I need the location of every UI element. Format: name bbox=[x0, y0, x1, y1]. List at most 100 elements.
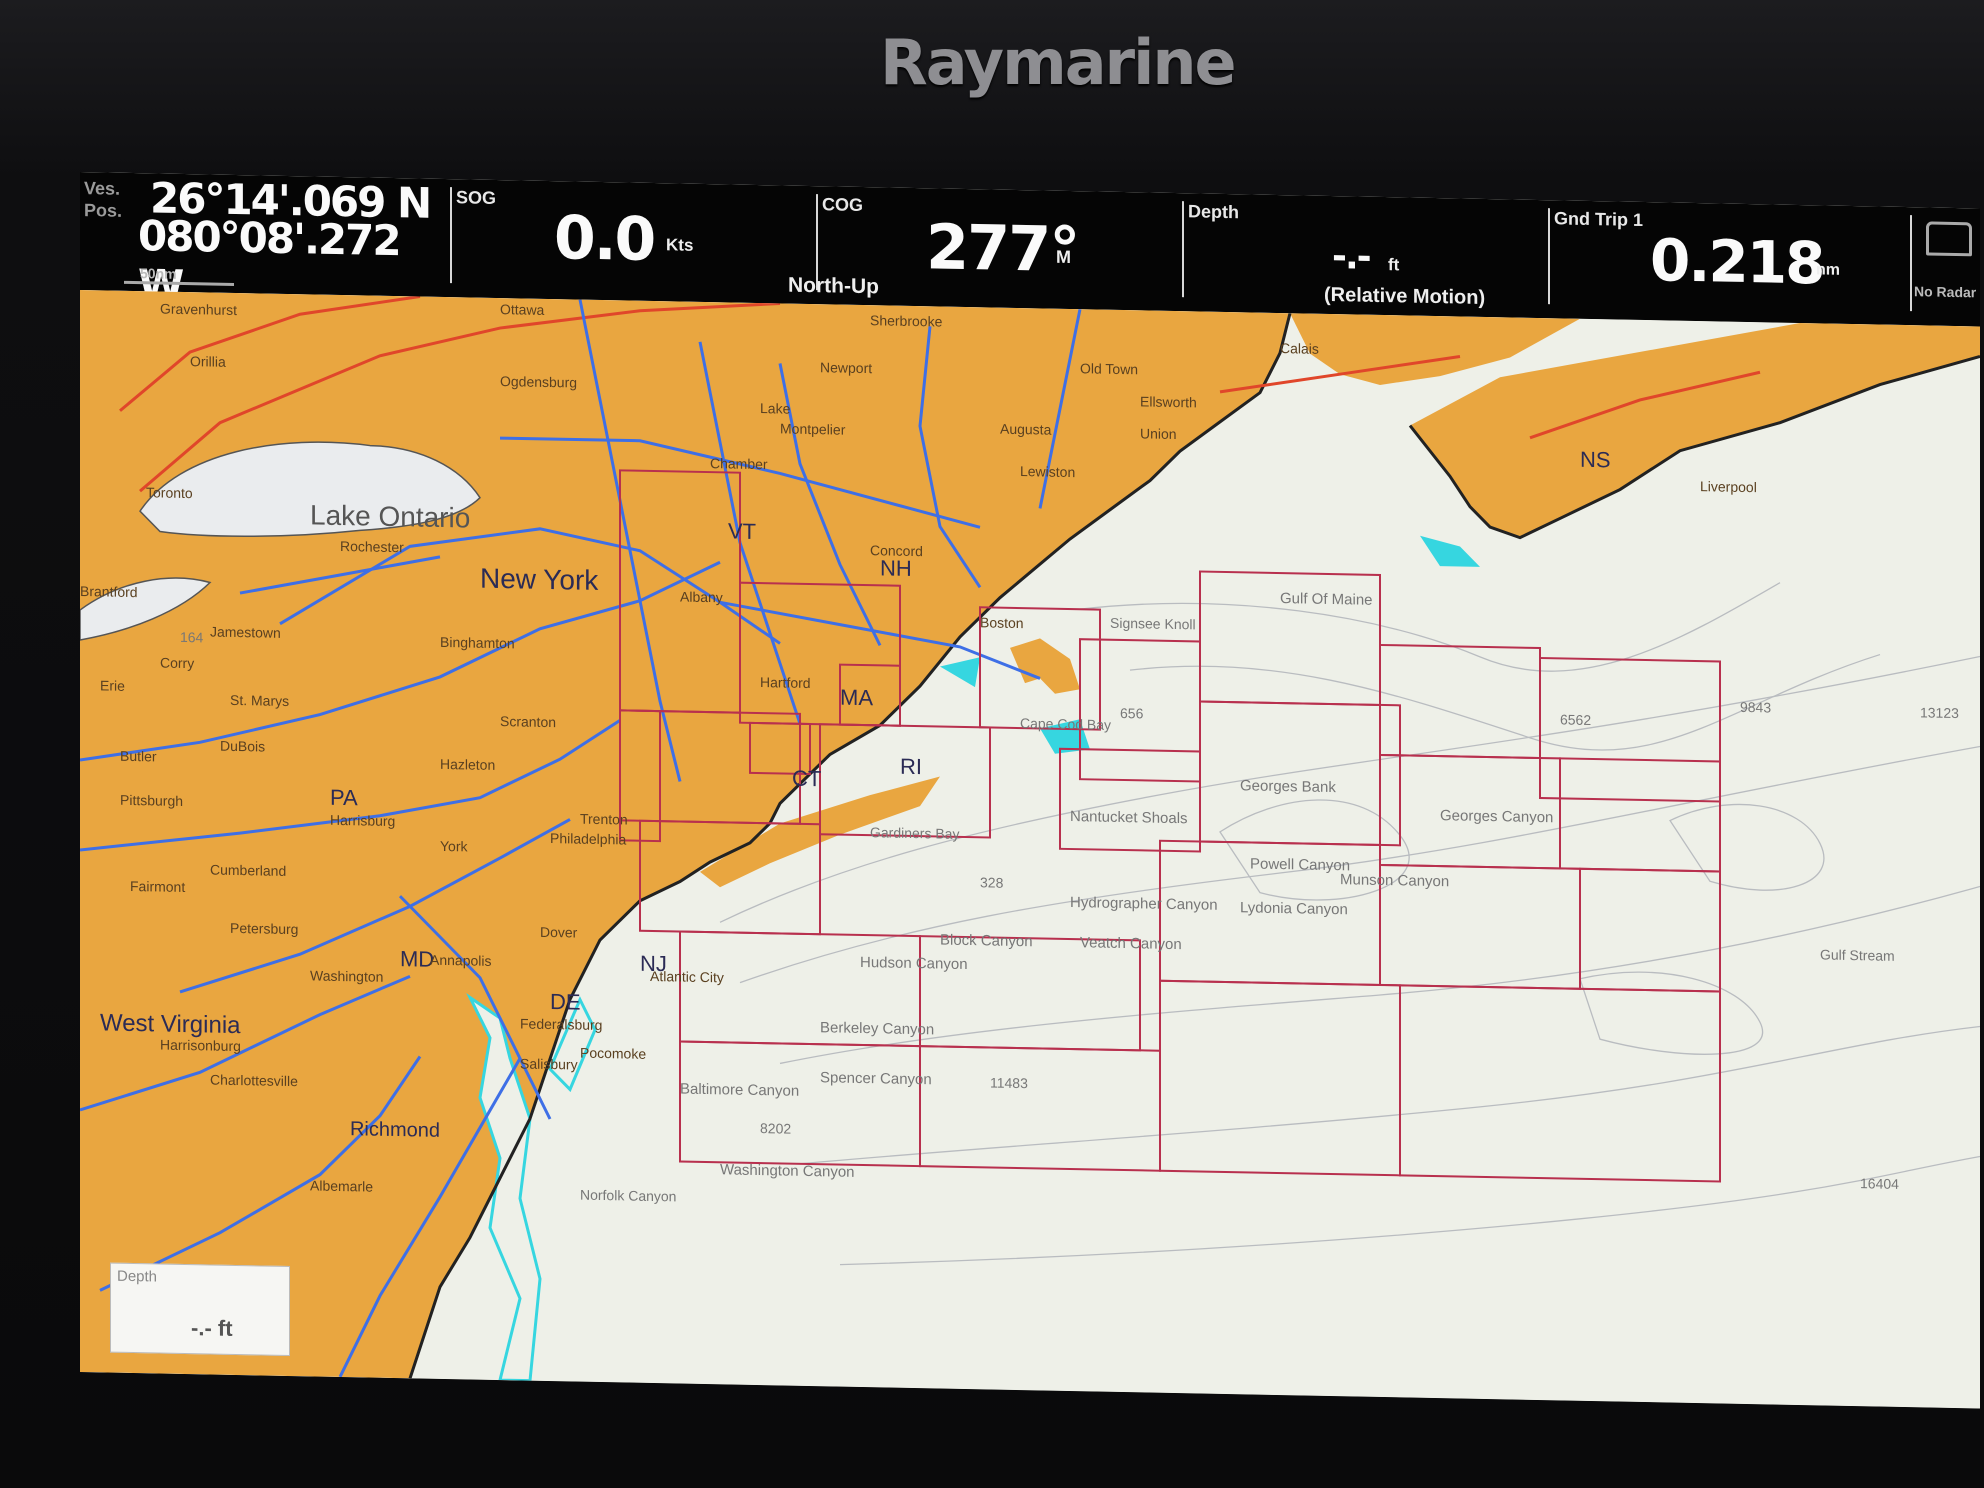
label-city: Brantford bbox=[80, 583, 138, 600]
label-city: Orillia bbox=[190, 353, 226, 370]
label-pa: PA bbox=[330, 785, 358, 811]
trip-cell[interactable]: Gnd Trip 1 0.218 nm bbox=[1550, 200, 1910, 325]
label-city: Concord bbox=[870, 542, 923, 559]
label-city: Gravenhurst bbox=[160, 301, 237, 318]
orientation-mode[interactable]: North-Up bbox=[788, 274, 879, 300]
label-city: DuBois bbox=[220, 738, 265, 755]
radar-cell[interactable]: No Radar bbox=[1912, 207, 1980, 326]
depth-label: 6562 bbox=[1560, 711, 1591, 728]
label-city: Corry bbox=[160, 655, 194, 672]
depth-label: 11483 bbox=[990, 1074, 1028, 1091]
label-hudson-canyon: Hudson Canyon bbox=[860, 954, 968, 973]
label-georges-canyon: Georges Canyon bbox=[1440, 807, 1553, 826]
label-city: Boston bbox=[980, 614, 1024, 631]
label-city: Toronto bbox=[146, 484, 193, 501]
label-new-york: New York bbox=[480, 563, 599, 596]
cog-unit: M bbox=[1056, 246, 1071, 268]
trip-value: 0.218 bbox=[1650, 226, 1824, 298]
label-city: Old Town bbox=[1080, 360, 1138, 377]
radar-icon bbox=[1926, 221, 1972, 257]
label-city: Lewiston bbox=[1020, 463, 1075, 480]
sog-cell[interactable]: SOG 0.0 Kts bbox=[452, 179, 816, 304]
label-city: St. Marys bbox=[230, 692, 289, 709]
label-knoll: Signsee Knoll bbox=[1110, 615, 1196, 633]
label-city: Sherbrooke bbox=[870, 312, 943, 329]
label-city: Annapolis bbox=[430, 952, 491, 969]
label-city: Albany bbox=[680, 589, 723, 606]
label-city: Atlantic City bbox=[650, 968, 724, 985]
label-city: Pocomoke bbox=[580, 1045, 646, 1062]
label-block-canyon: Block Canyon bbox=[940, 932, 1033, 951]
label-city: York bbox=[440, 838, 468, 855]
label-city: Binghamton bbox=[440, 634, 515, 651]
label-city: Butler bbox=[120, 748, 157, 765]
depth-cell[interactable]: Depth -.- ft (Relative Motion) bbox=[1184, 193, 1548, 318]
depth-label: 13123 bbox=[1920, 704, 1959, 721]
label-gulf-of-maine: Gulf Of Maine bbox=[1280, 590, 1373, 609]
label-city: Union bbox=[1140, 425, 1177, 442]
label-city: Hazleton bbox=[440, 756, 495, 773]
cog-cell[interactable]: COG 277° M North-Up bbox=[788, 186, 1182, 311]
label-city: Cumberland bbox=[210, 861, 286, 878]
label-baltimore-canyon: Baltimore Canyon bbox=[680, 1081, 799, 1100]
sog-label: SOG bbox=[456, 187, 497, 208]
depth-label: 656 bbox=[1120, 705, 1144, 721]
label-lydonia-canyon: Lydonia Canyon bbox=[1240, 899, 1348, 918]
position-cell[interactable]: Ves. Pos. 26°14'.069 N 080°08'.272 W 50n… bbox=[80, 172, 450, 310]
motion-mode[interactable]: (Relative Motion) bbox=[1324, 284, 1485, 310]
chart-svg[interactable]: Lake Ontario New York VT NH MA CT RI PA … bbox=[80, 290, 1980, 1409]
scale-label: 50nm bbox=[140, 265, 177, 282]
depth-overlay-box[interactable]: Depth -.- ft bbox=[110, 1262, 290, 1357]
label-city: Rochester bbox=[340, 538, 404, 555]
label-city: Albemarle bbox=[310, 1177, 373, 1194]
label-cape-cod-bay: Cape Cod Bay bbox=[1020, 715, 1111, 733]
label-powell-canyon: Powell Canyon bbox=[1250, 855, 1350, 874]
label-city: Harrisburg bbox=[330, 812, 395, 829]
label-ri: RI bbox=[900, 754, 922, 779]
sog-value: 0.0 bbox=[554, 203, 655, 276]
sog-unit: Kts bbox=[666, 235, 694, 255]
label-city: Augusta bbox=[1000, 421, 1052, 438]
trip-label: Gnd Trip 1 bbox=[1554, 208, 1644, 231]
chartplotter-screen: Ves. Pos. 26°14'.069 N 080°08'.272 W 50n… bbox=[80, 172, 1980, 1409]
label-city: Hartford bbox=[760, 674, 811, 691]
label-nh: NH bbox=[880, 555, 912, 581]
label-washington-canyon: Washington Canyon bbox=[720, 1161, 855, 1181]
label-city: Federalsburg bbox=[520, 1015, 602, 1033]
depth-label: 9843 bbox=[1740, 699, 1771, 716]
cog-label: COG bbox=[822, 194, 864, 216]
label-spencer-canyon: Spencer Canyon bbox=[820, 1069, 932, 1088]
label-city: Jamestown bbox=[210, 623, 281, 640]
depth-label: Depth bbox=[1188, 201, 1239, 223]
depth-label: Gulf Stream bbox=[1820, 946, 1895, 963]
depth-label: 328 bbox=[980, 874, 1004, 890]
label-city: Dover bbox=[540, 924, 578, 941]
label-city: Scranton bbox=[500, 713, 556, 730]
vessel-label: Ves. bbox=[84, 178, 121, 199]
label-norfolk-canyon: Norfolk Canyon bbox=[580, 1187, 676, 1205]
depth-overlay-label: Depth bbox=[117, 1267, 158, 1286]
chart-map[interactable]: Lake Ontario New York VT NH MA CT RI PA … bbox=[80, 290, 1980, 1409]
label-city: Philadelphia bbox=[550, 830, 626, 847]
label-city: Lake bbox=[760, 400, 791, 417]
label-munson-canyon: Munson Canyon bbox=[1340, 871, 1449, 890]
label-city: Ottawa bbox=[500, 301, 545, 318]
label-city: Calais bbox=[1280, 340, 1319, 357]
label-veatch-canyon: Veatch Canyon bbox=[1080, 934, 1182, 953]
label-georges-bank: Georges Bank bbox=[1240, 777, 1336, 796]
depth-overlay-value: -.- ft bbox=[191, 1315, 233, 1341]
label-city: Petersburg bbox=[230, 920, 298, 937]
label-city: Montpelier bbox=[780, 420, 846, 437]
brand-logo: Raymarine bbox=[880, 26, 1237, 99]
label-city: Washington bbox=[310, 967, 383, 984]
label-berkeley-canyon: Berkeley Canyon bbox=[820, 1019, 934, 1038]
label-vt: VT bbox=[728, 518, 756, 544]
label-city: Liverpool bbox=[1700, 478, 1757, 495]
label-city: Salisbury bbox=[520, 1055, 578, 1072]
label-city: Charlottesville bbox=[210, 1071, 298, 1089]
label-gardiners-bay: Gardiners Bay bbox=[870, 824, 959, 842]
depth-label: 164 bbox=[180, 629, 204, 645]
position-label: Pos. bbox=[84, 200, 123, 221]
depth-label: 8202 bbox=[760, 1120, 791, 1137]
label-hydrographer-canyon: Hydrographer Canyon bbox=[1070, 894, 1218, 914]
